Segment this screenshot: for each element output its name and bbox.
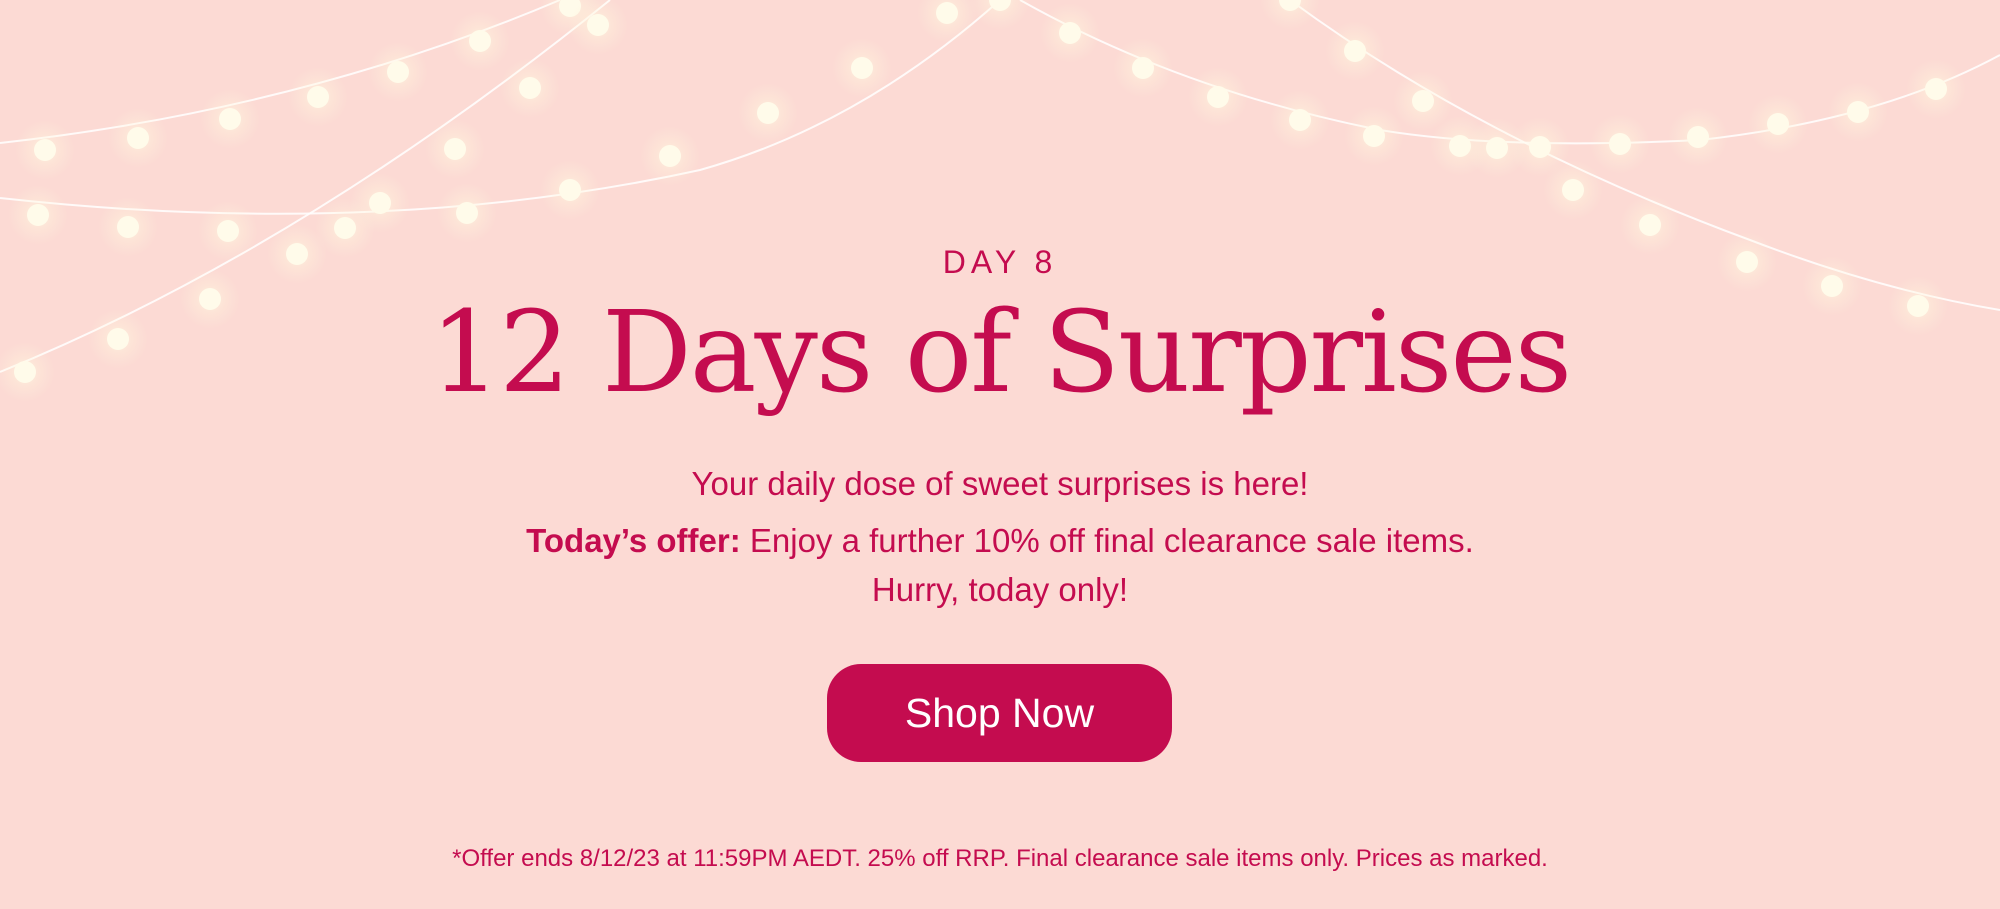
promo-banner: DAY 8 12 Days of Surprises Your daily do… [0, 0, 2000, 909]
tagline: Your daily dose of sweet surprises is he… [691, 465, 1309, 502]
string-lights-icon [0, 0, 2000, 402]
shop-now-button[interactable]: Shop Now [827, 664, 1172, 762]
offer-label: Today’s offer: [526, 522, 741, 559]
offer-text: Enjoy a further 10% off final clearance … [740, 522, 1474, 559]
disclaimer: *Offer ends 8/12/23 at 11:59PM AEDT. 25%… [452, 845, 1548, 872]
day-label: DAY 8 [942, 244, 1058, 280]
offer-line: Today’s offer: Enjoy a further 10% off f… [0, 522, 2000, 560]
urgency-text: Hurry, today only! [871, 571, 1129, 608]
page-title: 12 Days of Surprises [429, 288, 1572, 418]
